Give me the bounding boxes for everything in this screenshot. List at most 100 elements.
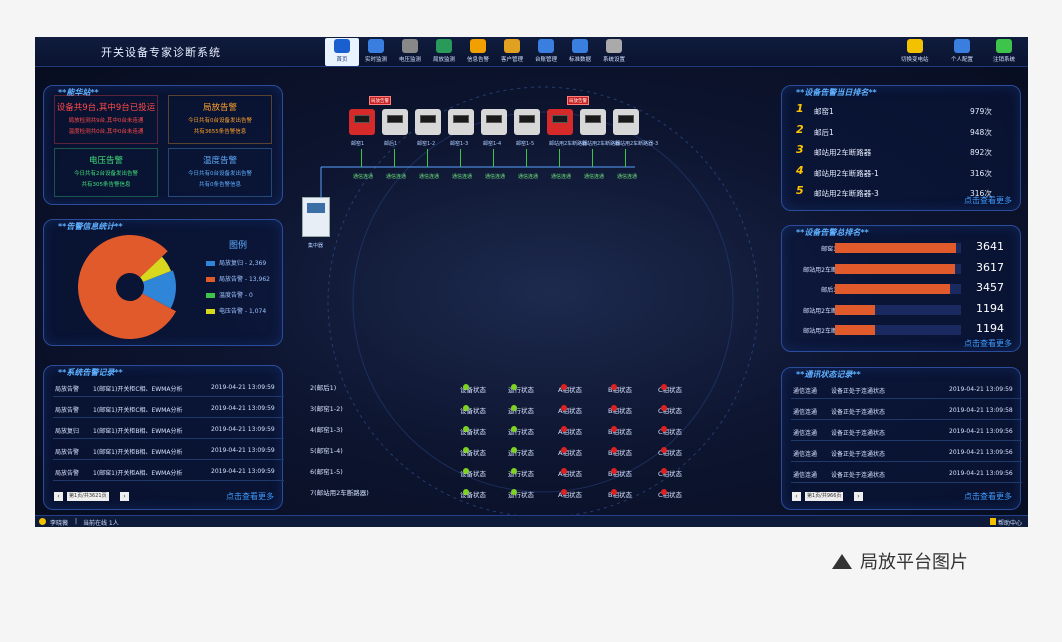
device-unit[interactable] (481, 109, 507, 135)
device-screen (486, 115, 502, 123)
device-screen (585, 115, 601, 123)
device-screen (387, 115, 403, 123)
device-comm-status: 通信连通 (419, 174, 440, 180)
bar-value: 3457 (976, 281, 1004, 294)
device-unit[interactable] (580, 109, 606, 135)
state-dot-icon (561, 405, 567, 411)
state-dot-icon (511, 447, 517, 453)
status-box-line: 共有0条告警信息 (199, 182, 241, 188)
record-type: 通信连通 (793, 451, 818, 458)
device-unit[interactable] (547, 109, 573, 135)
bar-fill (835, 284, 950, 294)
bar-fill (835, 263, 955, 274)
bar-label: 邮站用2车断 (803, 266, 837, 274)
device-unit[interactable] (514, 109, 540, 135)
record-desc: 设备正处于连通状态 (831, 388, 886, 395)
rank-device-name: 邮窑1 (814, 107, 834, 116)
table-row[interactable]: 局放复归 1(邮窑1)开关柜B相、EWMA分析 2019-04-21 13:09:5… (53, 421, 284, 439)
database-icon (572, 39, 588, 53)
device-screen (420, 115, 436, 123)
nav-home[interactable]: 首页 (325, 38, 359, 66)
bar-track (835, 304, 961, 315)
record-desc: 设备正处于连通状态 (831, 472, 886, 479)
table-row[interactable]: 通信连通 设备正处于连通状态 2019-04-21 13:09:58 (791, 402, 1022, 420)
status-box-title: 设备共9台,其中9台已投运 (56, 103, 156, 113)
station-status-box[interactable]: 设备共9台,其中9台已投运 局放检测共9台,其中0台未连通 温度检测共0台,其中0台… (54, 95, 158, 144)
device-link-arrow (427, 149, 428, 167)
device-unit[interactable] (613, 109, 639, 135)
device-unit[interactable] (382, 109, 408, 135)
nav-gauge[interactable]: 电压监测 (393, 38, 427, 66)
device-state-row[interactable]: 7(邮站用2车断路器) 设备状态 运行状态 A相状态 B相状态 C相状态 (310, 485, 730, 499)
comm-prev-page-button[interactable]: ‹ (792, 492, 801, 501)
rank-count: 316次 (970, 168, 992, 178)
device-state-name: 5(邮窑1-4) (310, 447, 343, 455)
rank-item[interactable]: 1 邮窑1 979次 (796, 102, 1006, 118)
view-more-link[interactable]: 点击查看更多 (226, 491, 274, 502)
nav-users[interactable]: 客户管理 (495, 38, 529, 66)
device-link-arrow (361, 149, 362, 167)
table-row[interactable]: 局放告警 1(邮窑1)开关柜A相、EWMA分析 2019-04-21 13:09:5… (53, 463, 284, 481)
table-row[interactable]: 通信连通 设备正处于连通状态 2019-04-21 13:09:59 (791, 381, 1022, 399)
bar-track (835, 325, 961, 335)
gauge-icon (402, 39, 418, 53)
right-nav-user[interactable]: 个人配置 (951, 38, 973, 63)
rank-item[interactable]: 3 邮站用2车断路器 892次 (796, 143, 1006, 159)
table-row[interactable]: 通信连通 设备正处于连通状态 2019-04-21 13:09:56 (791, 444, 1022, 462)
device-link-arrow (394, 149, 395, 167)
nav-ledger[interactable]: 台账管理 (529, 38, 563, 66)
device-unit[interactable] (415, 109, 441, 135)
nav-label: 局放监测 (432, 57, 455, 63)
device-unit[interactable] (349, 109, 375, 135)
table-row[interactable]: 局放告警 1(邮窑1)开关柜C相、EWMA分析 2019-04-21 13:09:5… (53, 400, 284, 418)
comm-view-more-link[interactable]: 点击查看更多 (964, 491, 1012, 502)
device-state-row[interactable]: 2(邮后1) 设备状态 运行状态 A相状态 B相状态 C相状态 (310, 380, 730, 394)
right-nav-logout[interactable]: 注销系统 (993, 38, 1015, 63)
device-state-row[interactable]: 4(邮窑1-3) 设备状态 运行状态 A相状态 B相状态 C相状态 (310, 422, 730, 436)
table-row[interactable]: 局放告警 1(邮窑1)开关柜B相、EWMA分析 2019-04-21 13:09:5… (53, 442, 284, 460)
device-unit[interactable] (448, 109, 474, 135)
nav-alert[interactable]: 信息告警 (461, 38, 495, 66)
device-label: 邮窑1-2 (417, 141, 436, 147)
help-center-link[interactable]: 帮助中心 (998, 518, 1022, 527)
state-dot-icon (463, 468, 469, 474)
total-rank-more-link[interactable]: 点击查看更多 (964, 338, 1012, 349)
nav-monitor[interactable]: 实时监测 (359, 38, 393, 66)
today-rank-more-link[interactable]: 点击查看更多 (964, 195, 1012, 206)
comm-next-page-button[interactable]: › (854, 492, 863, 501)
state-dot-icon (463, 447, 469, 453)
station-status-box[interactable]: 局放告警 今日共有0台设备发出告警 共有3655条告警信息 (168, 95, 272, 144)
nav-database[interactable]: 标准数据 (563, 38, 597, 66)
rank-device-name: 邮后1 (814, 127, 834, 137)
table-row[interactable]: 局放告警 1(邮窑1)开关柜C相、EWMA分析 2019-04-21 13:09:5… (53, 379, 284, 397)
bar-track (835, 284, 961, 294)
table-row[interactable]: 通信连通 设备正处于连通状态 2019-04-21 13:09:56 (791, 423, 1022, 441)
rank-item[interactable]: 4 邮站用2车断路器-1 316次 (796, 164, 1006, 180)
state-dot-icon (611, 384, 617, 390)
prev-page-button[interactable]: ‹ (54, 492, 63, 501)
station-status-box[interactable]: 电压告警 今日共有2台设备发出告警 共有305条告警信息 (54, 148, 158, 197)
device-state-row[interactable]: 5(邮窑1-4) 设备状态 运行状态 A相状态 B相状态 C相状态 (310, 443, 730, 457)
right-nav-switch[interactable]: 切换变电站 (901, 38, 929, 63)
rank-item[interactable]: 2 邮后1 948次 (796, 123, 1006, 139)
bar-value: 3641 (976, 240, 1004, 253)
device-state-row[interactable]: 3(邮窑1-2) 设备状态 运行状态 A相状态 B相状态 C相状态 (310, 401, 730, 415)
legend-label: 温度告警 - 0 (219, 292, 253, 299)
status-box-line: 今日共有0台设备发出告警 (187, 171, 252, 177)
device-label: 邮站用2车断路器-3 (615, 141, 659, 147)
device-alarm-badge: 局放告警 (369, 96, 391, 105)
station-status-box[interactable]: 温度告警 今日共有0台设备发出告警 共有0条告警信息 (168, 148, 272, 197)
next-page-button[interactable]: › (120, 492, 129, 501)
concentrator-device[interactable] (302, 197, 330, 237)
device-state-row[interactable]: 6(邮窑1-5) 设备状态 运行状态 A相状态 B相状态 C相状态 (310, 464, 730, 478)
bar-track (835, 243, 961, 253)
current-user: 李晓薇 (50, 520, 69, 527)
nav-settings[interactable]: 系统设置 (597, 38, 631, 66)
legend-item: 温度告警 - 0 (206, 290, 253, 299)
table-row[interactable]: 通信连通 设备正处于连通状态 2019-04-21 13:09:56 (791, 465, 1022, 483)
nav-label: 标准数据 (568, 57, 591, 63)
status-box-line: 温度检测共0台,其中0台未连通 (68, 129, 144, 135)
state-dot-icon (661, 468, 667, 474)
nav-screen[interactable]: 局放监测 (427, 38, 461, 66)
record-desc: 1(邮窑1)开关柜B相、EWMA分析 (93, 449, 183, 456)
